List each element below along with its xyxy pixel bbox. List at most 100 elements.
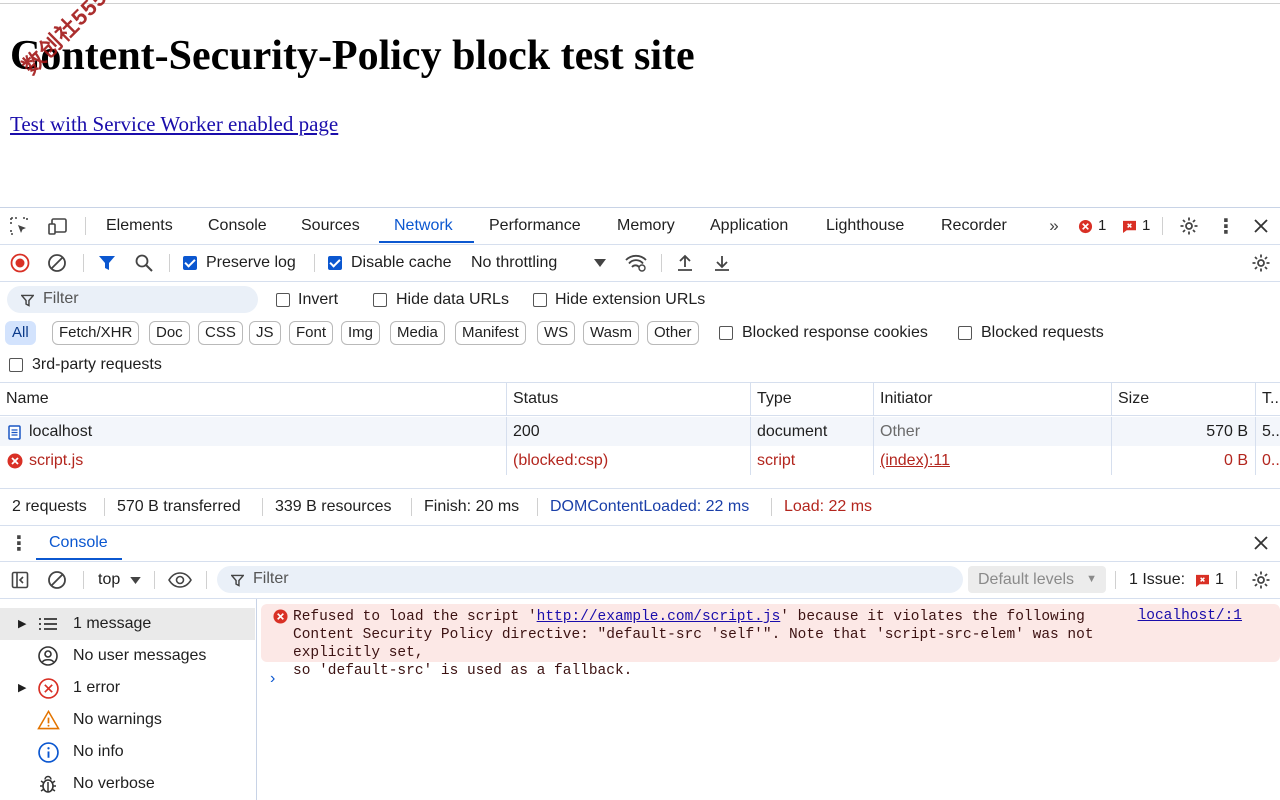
- filter-funnel-icon[interactable]: [96, 252, 118, 274]
- third-party-row: 3rd-party requests: [0, 350, 1280, 383]
- more-options-kebab-icon[interactable]: ⋮: [1216, 214, 1236, 238]
- issues-label[interactable]: 1 Issue:: [1129, 571, 1185, 589]
- type-filter-ws[interactable]: WS: [537, 321, 576, 345]
- devtools-tab-bar: Elements Console Sources Network Perform…: [0, 208, 1280, 245]
- list-icon: [37, 614, 59, 634]
- network-conditions-wifi-icon[interactable]: [623, 252, 649, 274]
- console-sidebar: ▶ 1 message No user messages ▶ 1 error N…: [0, 599, 257, 800]
- search-icon[interactable]: [133, 252, 155, 274]
- issues-count[interactable]: 1: [1215, 571, 1224, 589]
- hide-data-urls-checkbox[interactable]: [373, 293, 387, 307]
- throttling-select[interactable]: No throttling: [471, 254, 557, 272]
- settings-gear-icon[interactable]: [1177, 214, 1201, 238]
- preserve-log-checkbox[interactable]: [183, 256, 197, 270]
- type-filter-css[interactable]: CSS: [198, 321, 243, 345]
- device-toolbar-icon[interactable]: [46, 215, 70, 237]
- document-icon: [7, 424, 21, 440]
- request-name: script.js: [0, 446, 507, 475]
- dropdown-arrow-icon[interactable]: [128, 573, 142, 587]
- column-header-status[interactable]: Status: [507, 382, 751, 416]
- type-filter-img[interactable]: Img: [341, 321, 381, 345]
- column-header-time[interactable]: T...: [1256, 382, 1280, 416]
- network-settings-gear-icon[interactable]: [1249, 251, 1273, 275]
- type-filter-other[interactable]: Other: [647, 321, 699, 345]
- blocked-script-url-link[interactable]: http://example.com/script.js: [537, 609, 781, 625]
- invert-checkbox[interactable]: [276, 293, 290, 307]
- column-header-name[interactable]: Name: [0, 382, 507, 416]
- blocked-response-cookies-checkbox[interactable]: [719, 326, 733, 340]
- tab-elements[interactable]: Elements: [106, 208, 173, 244]
- dropdown-arrow-icon[interactable]: [592, 255, 608, 271]
- tab-lighthouse[interactable]: Lighthouse: [826, 208, 904, 244]
- close-drawer-icon[interactable]: [1250, 531, 1272, 555]
- request-time: 0...: [1262, 452, 1280, 469]
- record-stop-icon[interactable]: [9, 252, 31, 274]
- request-initiator-link[interactable]: (index):11: [874, 446, 1112, 475]
- type-filter-media[interactable]: Media: [390, 321, 445, 345]
- column-header-initiator[interactable]: Initiator: [874, 382, 1112, 416]
- type-filter-manifest[interactable]: Manifest: [455, 321, 526, 345]
- inspect-element-icon[interactable]: [8, 215, 30, 237]
- sidebar-item-info[interactable]: No info: [0, 736, 255, 768]
- drawer-menu-kebab-icon[interactable]: ⋮: [9, 531, 29, 555]
- network-filter-input[interactable]: Filter: [7, 286, 258, 313]
- more-tabs-chevron-icon[interactable]: »: [1043, 216, 1065, 236]
- console-filter-input[interactable]: Filter: [217, 566, 963, 593]
- console-toolbar: top Filter Default levels ▼ 1 Issue: 1: [0, 562, 1280, 599]
- tab-recorder[interactable]: Recorder: [941, 208, 1007, 244]
- clear-icon[interactable]: [46, 252, 68, 274]
- sidebar-item-warnings[interactable]: No warnings: [0, 704, 255, 736]
- separator: [1115, 571, 1116, 589]
- sidebar-item-label: 1 message: [73, 615, 152, 632]
- tab-memory[interactable]: Memory: [617, 208, 675, 244]
- tab-performance[interactable]: Performance: [489, 208, 581, 244]
- type-filter-all[interactable]: All: [5, 321, 36, 345]
- third-party-requests-checkbox[interactable]: [9, 358, 23, 372]
- expand-arrow-icon[interactable]: ▶: [18, 672, 26, 704]
- export-har-download-icon[interactable]: [711, 252, 733, 274]
- table-row[interactable]: localhost 200 document Other 570 B 5...: [0, 417, 1280, 446]
- summary-resources: 339 B resources: [275, 498, 392, 515]
- issue-count-icon[interactable]: [1121, 218, 1137, 234]
- issue-count[interactable]: 1: [1142, 208, 1150, 244]
- clear-console-icon[interactable]: [46, 569, 68, 591]
- error-count[interactable]: 1: [1098, 208, 1106, 244]
- context-selector[interactable]: top: [98, 571, 120, 589]
- error-count-icon[interactable]: [1077, 218, 1093, 234]
- close-devtools-icon[interactable]: [1250, 214, 1272, 238]
- hide-extension-urls-checkbox[interactable]: [533, 293, 547, 307]
- type-filter-font[interactable]: Font: [289, 321, 334, 345]
- info-icon: [37, 741, 59, 763]
- sidebar-item-verbose[interactable]: No verbose: [0, 768, 255, 800]
- separator: [154, 571, 155, 589]
- log-levels-dropdown[interactable]: Default levels ▼: [968, 566, 1106, 593]
- sidebar-item-label: No user messages: [73, 647, 207, 664]
- sidebar-item-messages[interactable]: ▶ 1 message: [0, 608, 255, 640]
- disable-cache-checkbox[interactable]: [328, 256, 342, 270]
- tab-application[interactable]: Application: [710, 208, 788, 244]
- live-expression-eye-icon[interactable]: [167, 569, 193, 591]
- console-settings-gear-icon[interactable]: [1249, 568, 1273, 592]
- type-filter-fetch-xhr[interactable]: Fetch/XHR: [52, 321, 140, 345]
- column-header-type[interactable]: Type: [751, 382, 874, 416]
- drawer-tab-console[interactable]: Console: [49, 525, 108, 561]
- sidebar-item-errors[interactable]: ▶ 1 error: [0, 672, 255, 704]
- console-prompt-chevron-icon[interactable]: ›: [270, 670, 275, 688]
- tab-sources[interactable]: Sources: [301, 208, 360, 244]
- tab-network[interactable]: Network: [394, 208, 453, 244]
- service-worker-link[interactable]: Test with Service Worker enabled page: [10, 112, 338, 137]
- type-filter-js[interactable]: JS: [249, 321, 281, 345]
- table-row[interactable]: script.js (blocked:csp) script (index):1…: [0, 446, 1280, 475]
- sidebar-item-user-messages[interactable]: No user messages: [0, 640, 255, 672]
- import-har-upload-icon[interactable]: [674, 252, 696, 274]
- expand-arrow-icon[interactable]: ▶: [18, 608, 26, 640]
- sidebar-toggle-icon[interactable]: [9, 569, 31, 591]
- blocked-requests-checkbox[interactable]: [958, 326, 972, 340]
- type-filter-doc[interactable]: Doc: [149, 321, 190, 345]
- issue-icon[interactable]: [1194, 573, 1210, 587]
- message-source-link[interactable]: localhost/:1: [1138, 608, 1242, 624]
- tab-console[interactable]: Console: [208, 208, 267, 244]
- type-filter-wasm[interactable]: Wasm: [583, 321, 639, 345]
- column-header-size[interactable]: Size: [1112, 382, 1256, 416]
- console-error-message[interactable]: Refused to load the script 'http://examp…: [261, 604, 1280, 679]
